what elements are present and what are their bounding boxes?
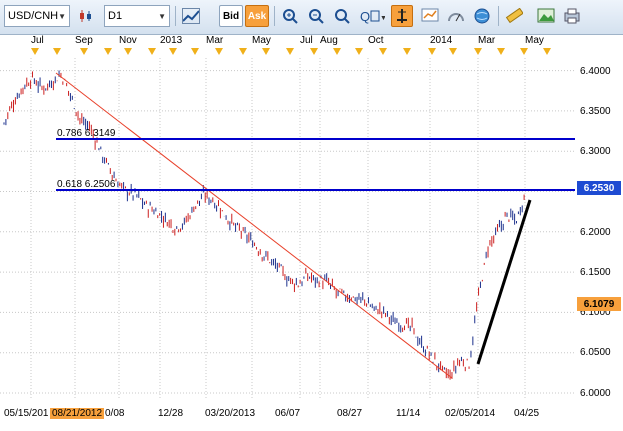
zoom-in-icon[interactable]	[279, 5, 301, 27]
date-marker-icon	[53, 48, 61, 55]
price-axis-label: 6.1500	[580, 267, 611, 278]
svg-text:Q: Q	[360, 9, 370, 24]
date-marker-icon	[239, 48, 247, 55]
chart-grid	[0, 58, 575, 400]
date-marker-icon	[428, 48, 436, 55]
bottom-axis-label: 02/05/2014	[445, 408, 496, 419]
date-marker-icon	[80, 48, 88, 55]
timeframe-value: D1	[108, 10, 123, 22]
image-icon[interactable]	[535, 5, 557, 27]
bottom-axis-label: 03/20/2013	[205, 408, 256, 419]
candlestick-icon	[80, 10, 91, 22]
price-axis-label: 6.0500	[580, 347, 611, 358]
chevron-down-icon: ▼	[58, 11, 67, 21]
bottom-axis-label: 08/27	[337, 408, 363, 419]
bottom-axis-label: 0/08	[105, 408, 125, 419]
date-marker-icon	[543, 48, 551, 55]
chart-type-icon[interactable]	[76, 5, 98, 27]
date-marker-icon	[169, 48, 177, 55]
date-marker-icon	[379, 48, 387, 55]
ruler-icon[interactable]	[503, 5, 525, 27]
date-marker-icon	[262, 48, 270, 55]
top-axis-label: Sep	[75, 35, 93, 46]
top-axis-label: 2013	[160, 35, 183, 46]
price-axis-label: 6.4000	[580, 66, 611, 77]
date-marker-icon	[403, 48, 411, 55]
bid-button[interactable]: Bid	[219, 5, 243, 27]
fib-786-label: 0.786 6.3149	[57, 128, 116, 139]
date-marker-icon	[520, 48, 528, 55]
date-marker-icon	[497, 48, 505, 55]
date-marker-icon	[449, 48, 457, 55]
price-candles	[3, 70, 525, 380]
date-marker-icon	[310, 48, 318, 55]
chart-window-icon[interactable]	[419, 5, 441, 27]
top-axis-label: Mar	[478, 35, 496, 46]
date-marker-icon	[215, 48, 223, 55]
timeframe-select[interactable]: D1 ▼	[104, 5, 170, 27]
top-axis-label: May	[525, 35, 544, 46]
bottom-axis-label: 11/14	[396, 408, 421, 419]
zoom-box-icon[interactable]: Q ▼	[357, 5, 387, 27]
price-axis-label: 6.3500	[580, 106, 611, 117]
gauge-icon[interactable]	[445, 5, 467, 27]
support-trend-line	[476, 199, 532, 365]
date-marker-icon	[191, 48, 199, 55]
line-chart-icon	[182, 8, 200, 24]
top-axis-label: Nov	[119, 35, 137, 46]
date-marker-icon	[148, 48, 156, 55]
top-axis-label: Jul	[31, 35, 44, 46]
chevron-down-icon: ▼	[158, 11, 166, 21]
top-axis-label: May	[252, 35, 271, 46]
indicator-icon[interactable]	[180, 5, 202, 27]
globe-icon[interactable]	[471, 5, 493, 27]
bottom-axis-label-selected: 08/21/2012	[50, 408, 105, 419]
price-chart[interactable]	[0, 58, 575, 400]
chart-toolbar: USD/CNH ▼ D1 ▼ Bid Ask Q ▼	[0, 0, 623, 35]
date-marker-icon	[474, 48, 482, 55]
top-axis-label: Aug	[320, 35, 338, 46]
date-marker-icon	[333, 48, 341, 55]
top-axis-label: 2014	[430, 35, 453, 46]
bottom-axis-label: 04/25	[514, 408, 540, 419]
crosshair-icon[interactable]	[391, 5, 413, 27]
date-marker-icon	[124, 48, 132, 55]
ask-button[interactable]: Ask	[245, 5, 269, 27]
date-marker-icon	[286, 48, 294, 55]
scroll-icon[interactable]	[331, 5, 353, 27]
price-axis-label: 6.0000	[580, 388, 611, 399]
current-price-box: 6.2530	[577, 181, 621, 195]
marker-price-box: 6.1079	[577, 297, 621, 311]
top-axis-label: Mar	[206, 35, 224, 46]
fib-618-label: 0.618 6.2506	[57, 179, 116, 190]
svg-text:▼: ▼	[380, 15, 385, 22]
top-axis-label: Oct	[368, 35, 384, 46]
downtrend-line	[55, 72, 453, 379]
date-marker-icon	[355, 48, 363, 55]
bottom-axis-label: 06/07	[275, 408, 301, 419]
price-axis-label: 6.3000	[580, 146, 611, 157]
print-icon[interactable]	[561, 5, 583, 27]
symbol-select[interactable]: USD/CNH ▼	[4, 5, 70, 27]
price-axis-label: 6.2000	[580, 227, 611, 238]
symbol-value: USD/CNH	[8, 10, 59, 22]
zoom-out-icon[interactable]	[305, 5, 327, 27]
top-axis-label: Jul	[300, 35, 313, 46]
bottom-axis-label: 05/15/201	[4, 408, 49, 419]
date-marker-icon	[31, 48, 39, 55]
date-marker-icon	[104, 48, 112, 55]
bottom-axis-label: 12/28	[158, 408, 184, 419]
